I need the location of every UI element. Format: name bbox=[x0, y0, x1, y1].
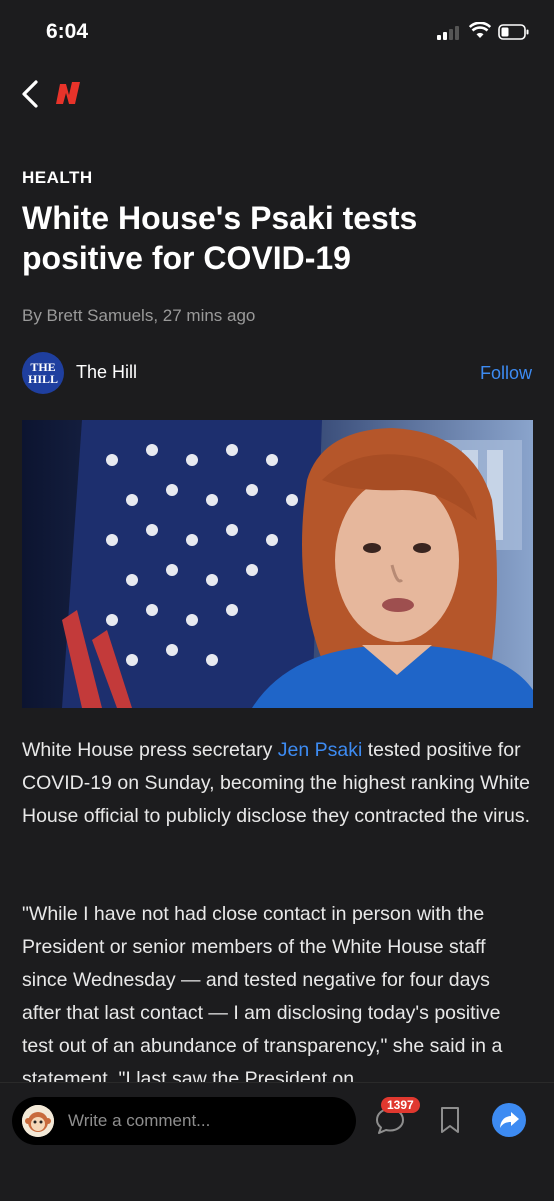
article-category[interactable]: HEALTH bbox=[22, 168, 93, 188]
article-paragraph-2: "While I have not had close contact in p… bbox=[22, 903, 503, 1090]
wifi-icon bbox=[469, 22, 491, 38]
hero-photo-illustration bbox=[22, 420, 533, 708]
jen-psaki-link[interactable]: Jen Psaki bbox=[278, 739, 363, 761]
signal-icon bbox=[437, 26, 463, 40]
follow-button[interactable]: Follow bbox=[480, 363, 532, 384]
paragraph-1-before: White House press secretary bbox=[22, 739, 278, 761]
article-container: HEALTH White House's Psaki tests positiv… bbox=[0, 124, 554, 1200]
article-hero-image[interactable] bbox=[22, 420, 533, 708]
logo-text-bottom: HILL bbox=[27, 372, 58, 386]
article-headline: White House's Psaki tests positive for C… bbox=[22, 200, 418, 276]
share-icon bbox=[500, 1112, 519, 1128]
top-nav-bar bbox=[0, 66, 554, 124]
back-icon[interactable] bbox=[16, 76, 48, 112]
flag-shape bbox=[62, 420, 322, 708]
article-byline: By Brett Samuels, 27 mins ago bbox=[22, 306, 256, 325]
source-name[interactable]: The Hill bbox=[76, 362, 137, 383]
share-button[interactable] bbox=[492, 1103, 526, 1137]
article-paragraph-1: White House press secretary Jen Psaki te… bbox=[22, 734, 534, 833]
bookmark-icon[interactable] bbox=[438, 1105, 462, 1135]
comment-placeholder: Write a comment... bbox=[68, 1111, 211, 1130]
comment-count-badge: 1397 bbox=[381, 1097, 420, 1113]
newsbreak-logo bbox=[56, 82, 80, 104]
the-hill-logo[interactable]: THE HILL bbox=[22, 352, 64, 394]
battery-icon bbox=[498, 24, 529, 40]
bottom-action-bar: Write a comment... 1397 bbox=[0, 1082, 554, 1201]
comment-input[interactable]: Write a comment... bbox=[12, 1097, 356, 1145]
user-avatar bbox=[22, 1105, 54, 1137]
status-bar: 6:04 bbox=[0, 0, 554, 66]
source-row: THE HILL The Hill Follow bbox=[22, 352, 534, 396]
status-time: 6:04 bbox=[46, 20, 89, 43]
